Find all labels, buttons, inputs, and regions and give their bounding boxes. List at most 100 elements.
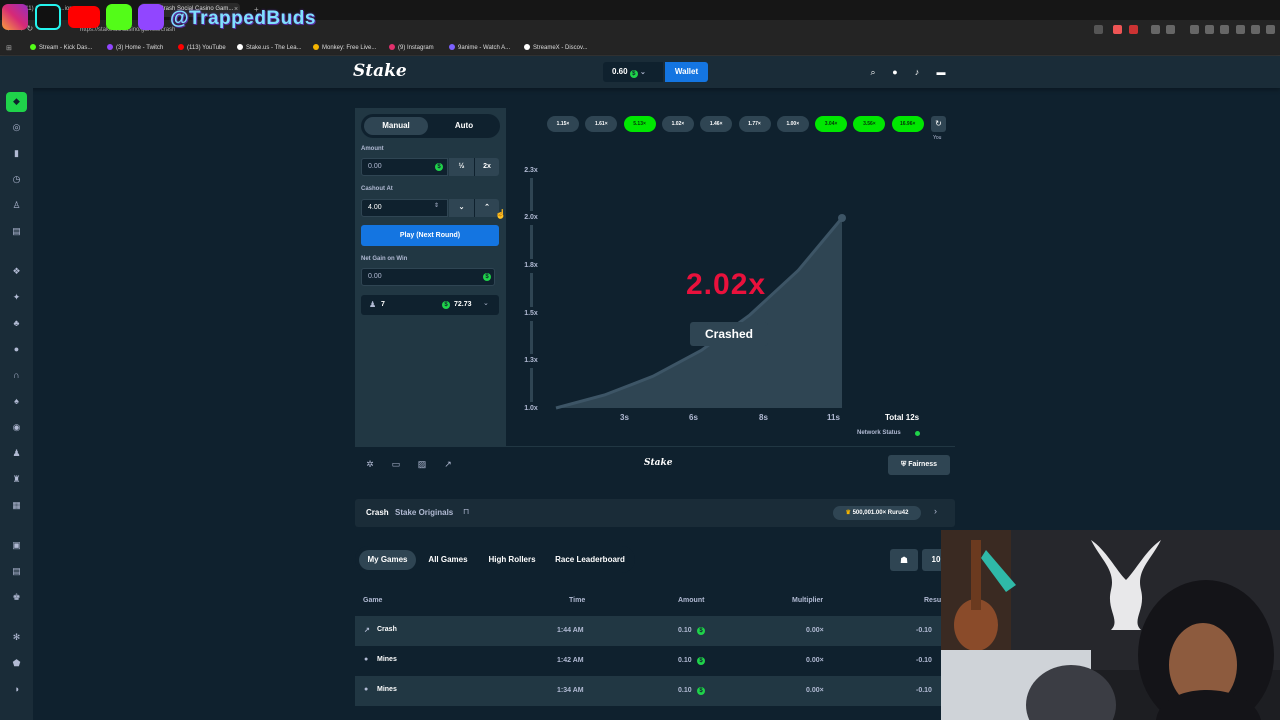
- ghost-mode-button[interactable]: ☗: [890, 549, 918, 571]
- history-pill[interactable]: 1.77×: [738, 116, 771, 132]
- row-game[interactable]: Crash: [377, 626, 397, 633]
- promotions-icon[interactable]: ▣: [11, 540, 22, 551]
- brave-shield-icon[interactable]: [1113, 25, 1122, 34]
- history-pill[interactable]: 3.56×: [853, 116, 886, 132]
- stake-logo[interactable]: Stake: [353, 61, 407, 81]
- bets-icon[interactable]: ▤: [11, 226, 22, 237]
- half-button[interactable]: ½: [449, 158, 474, 176]
- history-icon[interactable]: ↻: [931, 116, 946, 132]
- record-multiplier-badge[interactable]: ♛ 500,001.00× Ruru42: [833, 506, 921, 520]
- tab-auto[interactable]: Auto: [432, 117, 496, 135]
- sweeps-coin-icon: $: [697, 627, 705, 635]
- live-casino-icon[interactable]: ♣: [11, 318, 22, 329]
- baccarat-icon[interactable]: ♜: [11, 474, 22, 485]
- bell-icon[interactable]: ♪: [912, 67, 922, 77]
- tables-icon[interactable]: ▦: [11, 500, 22, 511]
- tab-high-rollers[interactable]: High Rollers: [482, 550, 542, 570]
- menu-icon[interactable]: [1266, 25, 1275, 34]
- blog-icon[interactable]: ▤: [11, 566, 22, 577]
- history-pill[interactable]: 1.02×: [661, 116, 694, 132]
- slots-icon[interactable]: ✦: [11, 292, 22, 303]
- theatre-mode-icon[interactable]: ▭: [391, 459, 401, 469]
- bookmark-item[interactable]: Monkey: Free Live...: [313, 44, 376, 51]
- rewards-icon[interactable]: [1129, 25, 1138, 34]
- bookmark-item[interactable]: (9) Instagram: [389, 44, 434, 51]
- stats-icon[interactable]: ▨: [417, 459, 427, 469]
- double-button[interactable]: 2x: [474, 158, 499, 176]
- bookmark-item[interactable]: Stake.us - The Lea...: [237, 44, 302, 51]
- game-shows-icon[interactable]: ●: [11, 344, 22, 355]
- sponsorships-icon[interactable]: ♚: [11, 592, 22, 603]
- wallet-ext-icon[interactable]: [1236, 25, 1245, 34]
- table-row[interactable]: [355, 676, 955, 706]
- originals-icon[interactable]: ❖: [11, 266, 22, 277]
- history-pill[interactable]: 1.00×: [776, 116, 809, 132]
- headset-icon[interactable]: ∩: [11, 370, 22, 381]
- chevron-down-icon[interactable]: ⌄: [483, 299, 489, 307]
- x-tick-label: 8s: [759, 413, 768, 422]
- tab-manual[interactable]: Manual: [364, 117, 428, 135]
- music-icon[interactable]: [1190, 25, 1199, 34]
- stepper-icon[interactable]: ⇕: [434, 202, 439, 209]
- cashout-decrease-button[interactable]: ⌄: [449, 199, 474, 217]
- row-time: 1:44 AM: [557, 627, 584, 634]
- players-total: 72.73: [454, 301, 472, 308]
- support-icon[interactable]: ◑: [11, 684, 22, 695]
- user-icon[interactable]: ●: [890, 67, 900, 77]
- history-pill[interactable]: 5.13×: [623, 116, 656, 132]
- roulette-icon[interactable]: ◉: [11, 422, 22, 433]
- bookmark-item[interactable]: (113) YouTube: [178, 44, 226, 51]
- row-game[interactable]: Mines: [377, 686, 397, 693]
- sidebar-toggle-icon[interactable]: [1205, 25, 1214, 34]
- responsible-gambling-icon[interactable]: ✻: [11, 632, 22, 643]
- bookmark-item[interactable]: Stream - Kick Das...: [30, 44, 92, 51]
- balance-selector[interactable]: 0.60 $ ⌄: [603, 62, 663, 82]
- recent-icon[interactable]: ◷: [11, 174, 22, 185]
- search-icon[interactable]: ⌕: [868, 67, 878, 77]
- wallet-button[interactable]: Wallet: [665, 62, 708, 82]
- bookmark-item[interactable]: 9anime - Watch A...: [449, 44, 510, 51]
- bookmark-item[interactable]: StreameX - Discov...: [524, 44, 588, 51]
- tab-race-leaderboard[interactable]: Race Leaderboard: [550, 550, 630, 570]
- tab-my-games[interactable]: My Games: [359, 550, 416, 570]
- table-row[interactable]: [355, 646, 955, 676]
- providers-icon[interactable]: ♠: [11, 396, 22, 407]
- row-multiplier: 0.00×: [806, 627, 824, 634]
- play-next-round-button[interactable]: Play (Next Round): [361, 225, 499, 246]
- history-pill[interactable]: 16.96×: [891, 116, 924, 132]
- bookmark-icon[interactable]: ⊓: [463, 507, 469, 516]
- footer-stake-logo: Stake: [644, 458, 673, 468]
- settings-icon[interactable]: ✲: [365, 459, 375, 469]
- history-pill[interactable]: 3.04×: [815, 116, 848, 132]
- row-amount: 0.10: [678, 627, 692, 634]
- bookmark-item[interactable]: (3) Home - Twitch: [107, 44, 163, 51]
- bookmark-icon[interactable]: ▮: [11, 148, 22, 159]
- history-pill[interactable]: 1.61×: [585, 116, 618, 132]
- row-multiplier: 0.00×: [806, 657, 824, 664]
- history-pill[interactable]: 1.46×: [700, 116, 733, 132]
- history-pill[interactable]: 1.15×: [547, 116, 579, 132]
- shield-icon[interactable]: ⬟: [11, 658, 22, 669]
- table-row[interactable]: [355, 616, 955, 646]
- chat-icon[interactable]: ▬: [936, 67, 946, 77]
- vpn-icon[interactable]: [1251, 25, 1260, 34]
- crash-area: [556, 218, 842, 408]
- blackjack-icon[interactable]: ♟: [11, 448, 22, 459]
- net-gain-label: Net Gain on Win: [361, 256, 408, 262]
- cashout-label: Cashout At: [361, 186, 393, 192]
- extension-icon[interactable]: [1166, 25, 1175, 34]
- extension-icon[interactable]: [1220, 25, 1229, 34]
- row-game[interactable]: Mines: [377, 656, 397, 663]
- extension-icon[interactable]: [1151, 25, 1160, 34]
- casino-icon: ◆: [13, 96, 20, 106]
- popout-icon[interactable]: ↗: [443, 459, 453, 469]
- share-icon[interactable]: [1094, 25, 1103, 34]
- challenges-icon[interactable]: ♙: [11, 200, 22, 211]
- fairness-button[interactable]: ⛨ Fairness: [888, 455, 950, 475]
- sweeps-coin-icon: $: [435, 163, 443, 171]
- sports-icon[interactable]: ◎: [11, 122, 22, 133]
- apps-grid-icon[interactable]: ⊞: [6, 44, 14, 52]
- players-count: 7: [381, 301, 385, 308]
- chevron-right-icon[interactable]: ›: [934, 506, 937, 516]
- tab-all-games[interactable]: All Games: [421, 550, 475, 570]
